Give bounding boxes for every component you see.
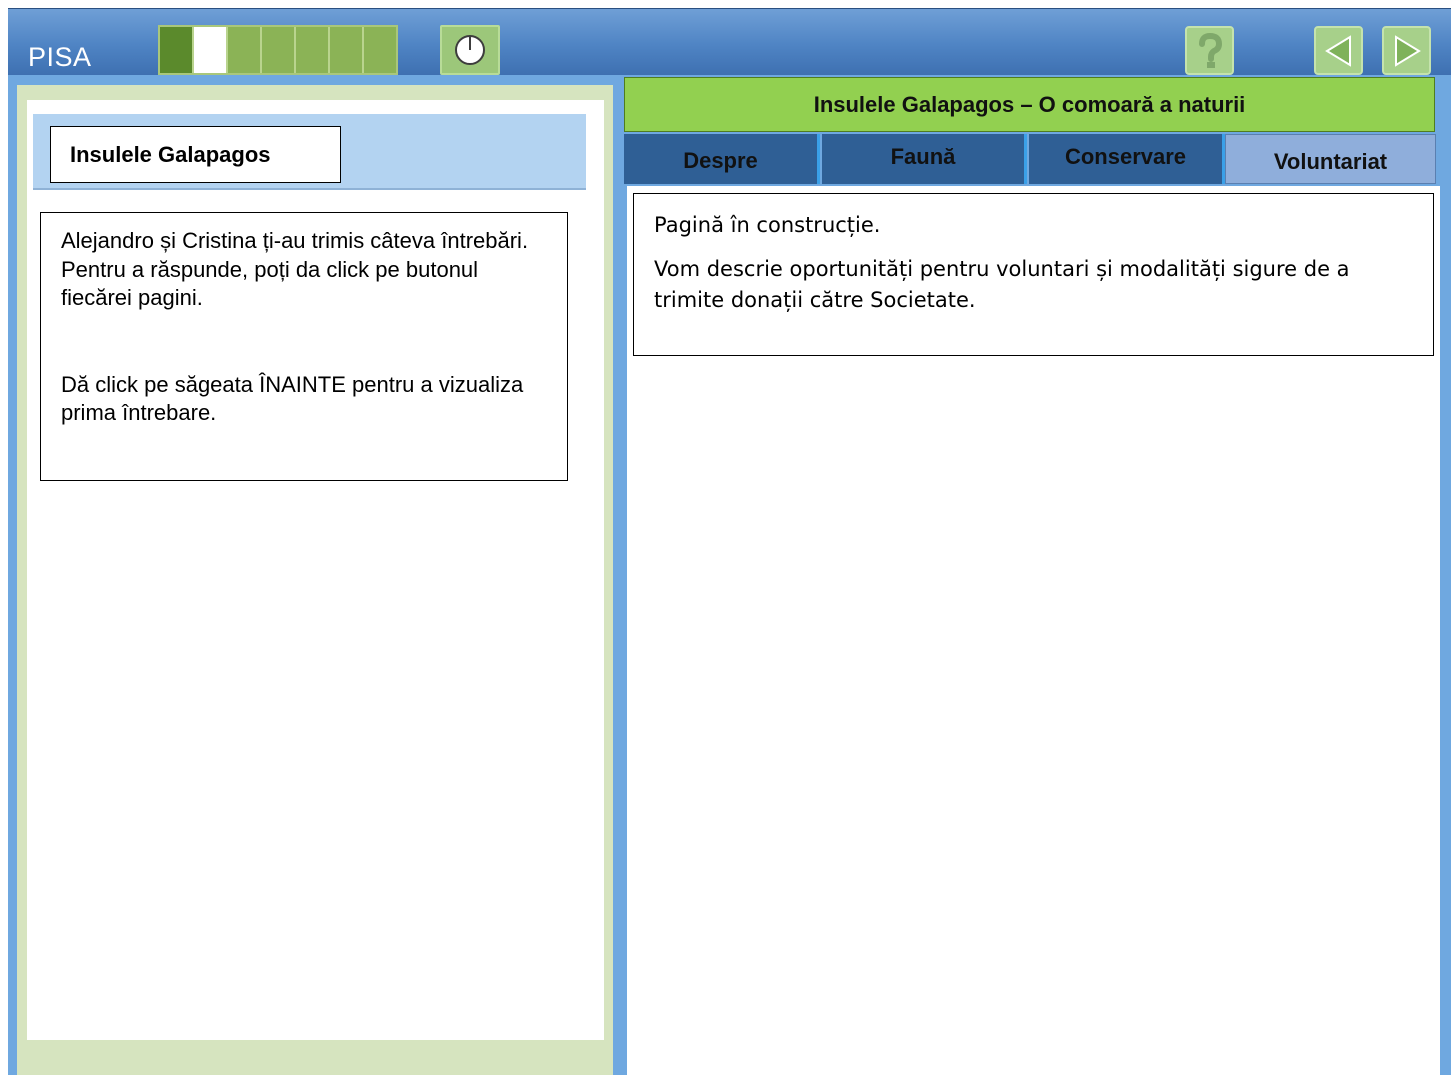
tab-label: Conservare <box>1064 144 1187 169</box>
unit-title: Insulele Galapagos <box>50 126 341 183</box>
instruction-paragraph: Dă click pe săgeata ÎNAINTE pentru a viz… <box>61 371 524 426</box>
progress-cell-current <box>194 27 228 73</box>
content-paragraph: Pagină în construcție. <box>654 213 881 237</box>
content-paragraph: Vom descrie oportunități pentru voluntar… <box>654 257 1350 312</box>
triangle-right-icon <box>1394 34 1421 67</box>
progress-cell <box>160 27 194 73</box>
tab-despre[interactable]: Despre <box>624 134 820 184</box>
instructions-box: Alejandro și Cristina ți-au trimis câtev… <box>40 212 568 481</box>
tab-voluntariat[interactable]: Voluntariat <box>1225 134 1436 184</box>
help-button[interactable] <box>1185 26 1234 75</box>
page-content-box: Pagină în construcție. Vom descrie oport… <box>633 193 1434 356</box>
instruction-paragraph: Alejandro și Cristina ți-au trimis câtev… <box>61 228 529 311</box>
progress-cell <box>296 27 330 73</box>
previous-button[interactable] <box>1314 26 1363 75</box>
progress-cell <box>262 27 296 73</box>
tab-label: Despre <box>683 148 758 173</box>
question-icon <box>1198 32 1222 68</box>
site-tabs: Despre Faună Conservare Voluntariat <box>624 134 1436 186</box>
top-toolbar: PISA <box>8 8 1451 75</box>
progress-cell <box>228 27 262 73</box>
tab-label: Faună <box>890 144 956 169</box>
progress-cell <box>364 27 396 73</box>
triangle-left-icon <box>1324 34 1351 67</box>
tab-conservare[interactable]: Conservare <box>1029 134 1225 184</box>
site-title: Insulele Galapagos – O comoară a naturii <box>624 77 1435 132</box>
progress-cell <box>330 27 364 73</box>
next-button[interactable] <box>1382 26 1431 75</box>
tab-fauna[interactable]: Faună <box>822 134 1027 184</box>
progress-bar <box>158 25 398 75</box>
clock-icon <box>455 35 485 65</box>
pisa-logo: PISA <box>28 42 92 72</box>
timer-button[interactable] <box>440 25 500 75</box>
tab-label: Voluntariat <box>1273 149 1388 174</box>
